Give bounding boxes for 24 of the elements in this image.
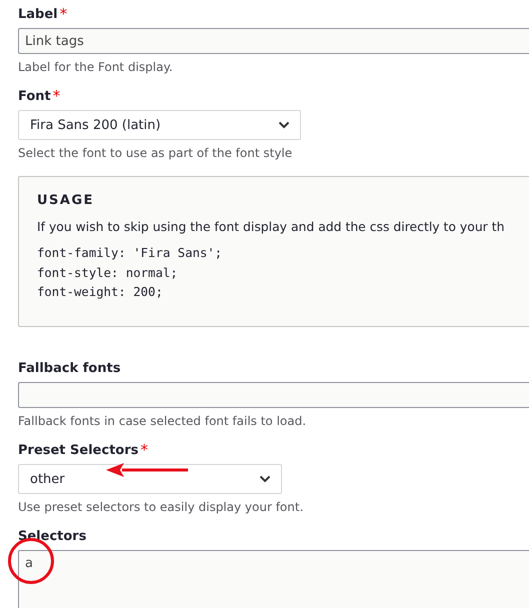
field-description: Select the font to use as part of the font style xyxy=(18,146,294,160)
field-label: Font xyxy=(18,88,51,106)
required-marker: * xyxy=(52,88,60,104)
textarea-field[interactable]: a xyxy=(18,550,529,608)
field-description: Use preset selectors to easily display your font. xyxy=(18,500,304,514)
text-field[interactable]: Link tags xyxy=(18,28,529,54)
field-label: Selectors xyxy=(18,528,86,546)
select-dropdown[interactable]: Fira Sans 200 (latin) xyxy=(18,110,301,140)
select-dropdown[interactable]: other xyxy=(18,464,282,494)
chevron-down-icon xyxy=(278,121,290,129)
field-description: Label for the Font display. xyxy=(18,60,174,74)
text-field[interactable] xyxy=(18,382,529,408)
usage-text: If you wish to skip using the font display and add the css directly to your th xyxy=(37,219,506,234)
field-label: Label xyxy=(18,6,58,24)
required-marker: * xyxy=(60,6,68,22)
code-line: font-weight: 200; xyxy=(37,284,164,301)
chevron-down-icon xyxy=(259,475,271,483)
usage-heading: USAGE xyxy=(37,193,96,208)
field-description: Fallback fonts in case selected font fails to load. xyxy=(18,414,308,428)
field-label: Preset Selectors xyxy=(18,442,139,460)
required-marker: * xyxy=(140,442,148,458)
field-label: Fallback fonts xyxy=(18,360,121,378)
code-line: font-style: normal; xyxy=(37,264,179,282)
code-line: font-family: 'Fira Sans'; xyxy=(37,245,224,262)
